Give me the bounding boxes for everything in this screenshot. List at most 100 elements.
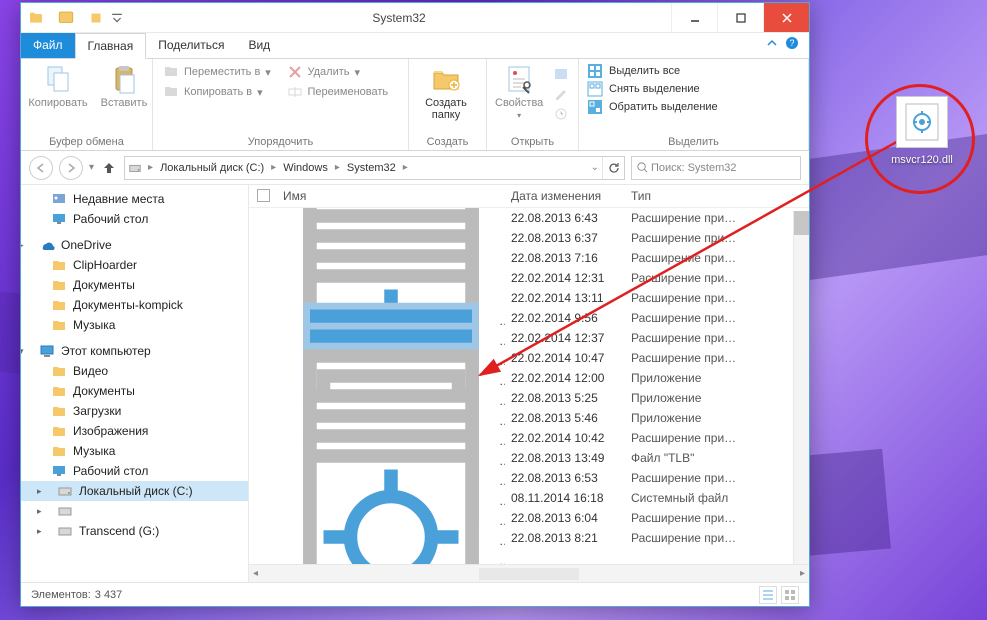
sidebar-transcend[interactable]: ▸Transcend (G:)	[21, 521, 248, 541]
open-with-button[interactable]	[551, 65, 571, 83]
tree-expand-icon[interactable]: ▸	[37, 486, 47, 497]
scroll-left-icon[interactable]: ◂	[253, 568, 258, 579]
breadcrumb[interactable]: ▸ Локальный диск (C:) ▸ Windows ▸ System…	[124, 156, 625, 180]
sidebar-app[interactable]: ▸	[21, 501, 248, 521]
edit-button[interactable]	[551, 85, 571, 103]
ribbon-collapse-icon[interactable]	[765, 36, 779, 55]
nav-forward-button[interactable]	[59, 156, 83, 180]
file-type: Расширение при…	[631, 271, 736, 285]
breadcrumb-seg-windows[interactable]: Windows	[279, 162, 332, 174]
delete-label: Удалить	[308, 66, 350, 78]
sidebar-documents[interactable]: Документы	[21, 381, 248, 401]
vertical-scrollbar[interactable]	[793, 211, 809, 564]
horizontal-scrollbar[interactable]: ◂ ▸	[249, 564, 809, 582]
minimize-button[interactable]	[671, 3, 717, 32]
file-list: Имя Дата изменения Тип advpack.dll22.08.…	[249, 185, 809, 582]
sidebar-drive-c[interactable]: ▸Локальный диск (C:)	[21, 481, 248, 501]
tab-share[interactable]: Поделиться	[146, 33, 236, 58]
copy-button[interactable]: Копировать	[29, 63, 87, 109]
sidebar-desktop[interactable]: Рабочий стол	[21, 461, 248, 481]
rename-button[interactable]: Переименовать	[285, 83, 401, 101]
file-date: 22.08.2013 6:43	[511, 211, 598, 225]
drive-icon	[125, 161, 145, 175]
sidebar-videos[interactable]: Видео	[21, 361, 248, 381]
sidebar-cliphoarder[interactable]: ClipHoarder	[21, 255, 248, 275]
select-all-checkbox[interactable]	[257, 189, 270, 202]
col-name[interactable]: Имя	[277, 189, 505, 203]
close-button[interactable]	[763, 3, 809, 32]
maximize-button[interactable]	[717, 3, 763, 32]
recent-locations-dropdown[interactable]: ▾	[89, 162, 94, 173]
column-headers: Имя Дата изменения Тип	[249, 185, 809, 208]
scroll-right-icon[interactable]: ▸	[800, 568, 805, 579]
file-date: 22.02.2014 10:47	[511, 351, 604, 365]
properties-button[interactable]: Свойства ▾	[495, 63, 543, 120]
svg-text:?: ?	[789, 38, 794, 48]
sidebar-downloads[interactable]: Загрузки	[21, 401, 248, 421]
tab-home[interactable]: Главная	[75, 33, 147, 59]
qat-dropdown-icon[interactable]	[111, 12, 123, 24]
new-folder-button[interactable]: Создать папку	[417, 63, 475, 121]
sidebar-this-pc[interactable]: ▾Этот компьютер	[21, 341, 248, 361]
file-date: 22.08.2013 6:04	[511, 511, 598, 525]
file-row[interactable]: apisetschema.dll22.08.2013 8:21Расширени…	[249, 528, 809, 548]
sidebar-desktop-fav[interactable]: Рабочий стол	[21, 209, 248, 229]
breadcrumb-seg-drive[interactable]: Локальный диск (C:)	[156, 162, 268, 174]
paste-button[interactable]: Вставить	[95, 63, 153, 109]
copy-icon	[42, 63, 74, 95]
nav-up-button[interactable]	[100, 159, 118, 177]
chevron-right-icon: ▸	[145, 162, 156, 173]
invert-selection-label: Обратить выделение	[609, 101, 718, 113]
breadcrumb-dropdown-icon[interactable]: ⌄	[588, 162, 602, 173]
folder-icon	[27, 9, 45, 27]
tree-expand-icon[interactable]: ▸	[37, 506, 47, 517]
chevron-right-icon: ▸	[268, 162, 279, 173]
sidebar-music-fav[interactable]: Музыка	[21, 315, 248, 335]
sidebar-onedrive[interactable]: ▸OneDrive	[21, 235, 248, 255]
file-date: 22.08.2013 6:37	[511, 231, 598, 245]
search-input[interactable]: Поиск: System32	[631, 156, 801, 180]
scrollbar-track[interactable]	[479, 568, 579, 580]
move-to-button[interactable]: Переместить в ▾	[161, 63, 277, 81]
explorer-window: System32 Файл Главная Поделиться Вид ?	[20, 2, 810, 607]
search-placeholder: Поиск: System32	[651, 162, 737, 174]
view-icons-button[interactable]	[781, 586, 799, 604]
sidebar-recent[interactable]: Недавние места	[21, 189, 248, 209]
file-date: 22.08.2013 8:21	[511, 531, 598, 545]
file-date: 22.08.2013 6:53	[511, 471, 598, 485]
file-type: Расширение при…	[631, 431, 736, 445]
tree-expand-icon[interactable]: ▸	[21, 240, 29, 251]
clear-selection-button[interactable]: Снять выделение	[587, 81, 718, 97]
tree-collapse-icon[interactable]: ▾	[21, 346, 29, 357]
sidebar-music[interactable]: Музыка	[21, 441, 248, 461]
desktop-file-icon[interactable]: msvcr120.dll	[877, 96, 967, 166]
breadcrumb-seg-system32[interactable]: System32	[343, 162, 400, 174]
explorer-body: Недавние места Рабочий стол ▸OneDrive Cl…	[21, 185, 809, 582]
col-type[interactable]: Тип	[625, 189, 809, 203]
paste-icon	[108, 63, 140, 95]
history-button[interactable]	[551, 105, 571, 123]
sidebar-pictures[interactable]: Изображения	[21, 421, 248, 441]
col-date[interactable]: Дата изменения	[505, 189, 625, 203]
scrollbar-thumb[interactable]	[794, 211, 809, 235]
select-all-label: Выделить все	[609, 65, 680, 77]
sidebar-documents-kompick[interactable]: Документы-kompick	[21, 295, 248, 315]
file-type: Расширение при…	[631, 351, 736, 365]
sidebar-documents-fav[interactable]: Документы	[21, 275, 248, 295]
file-type: Расширение при…	[631, 231, 736, 245]
chevron-down-icon: ▾	[355, 66, 361, 79]
delete-button[interactable]: Удалить ▾	[285, 63, 401, 81]
refresh-button[interactable]	[602, 157, 624, 179]
select-all-button[interactable]: Выделить все	[587, 63, 718, 79]
window-controls	[671, 3, 809, 32]
tab-file[interactable]: Файл	[21, 33, 75, 58]
status-bar: Элементов: 3 437	[21, 582, 809, 606]
invert-selection-button[interactable]: Обратить выделение	[587, 99, 718, 115]
tab-view[interactable]: Вид	[236, 33, 282, 58]
view-details-button[interactable]	[759, 586, 777, 604]
help-icon[interactable]: ?	[785, 36, 799, 55]
tree-expand-icon[interactable]: ▸	[37, 526, 47, 537]
nav-back-button[interactable]	[29, 156, 53, 180]
copy-to-button[interactable]: Копировать в ▾	[161, 83, 277, 101]
file-type: Приложение	[631, 411, 701, 425]
